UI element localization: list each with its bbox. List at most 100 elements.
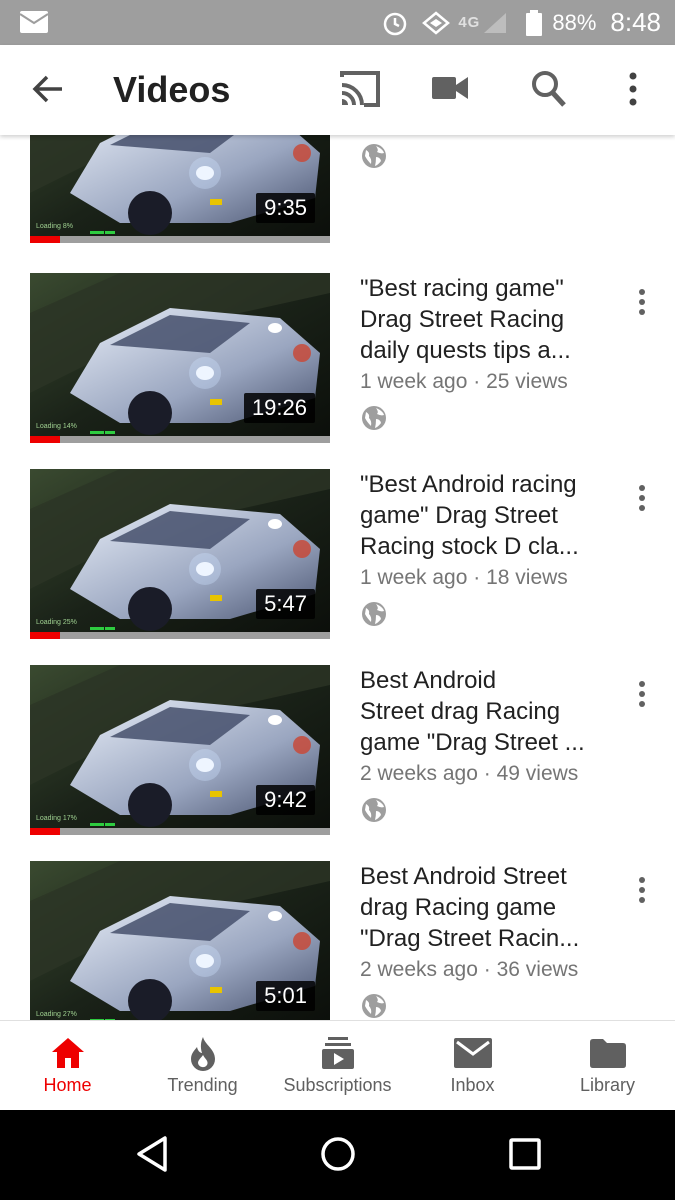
- video-stats: 1 week ago · 25 views: [360, 370, 610, 394]
- nav-item-trending[interactable]: Trending: [135, 1021, 270, 1111]
- nav-item-label: Trending: [167, 1075, 238, 1095]
- video-stats: 2 weeks ago · 49 views: [360, 762, 610, 786]
- video-upload-age: 1 week ago: [360, 370, 468, 393]
- video-duration: 19:26: [243, 393, 315, 423]
- nav-item-home[interactable]: Home: [0, 1021, 135, 1111]
- system-navigation-bar: [0, 1110, 675, 1200]
- alarm-icon: [384, 12, 407, 35]
- video-meta[interactable]: "Best racing game" Drag Street Racing da…: [360, 273, 610, 432]
- video-duration: 5:47: [256, 589, 315, 619]
- watch-progress-bar: [30, 436, 330, 443]
- flame-icon: [187, 1035, 219, 1071]
- subscriptions-icon: [321, 1035, 355, 1071]
- thumbnail-loading-text: Loading 25%: [36, 619, 77, 626]
- more-vert-icon[interactable]: [630, 483, 654, 513]
- video-list[interactable]: Loading 8% 9:35 tourney chat races ...1 w…: [0, 135, 675, 1020]
- watch-progress-fill: [30, 436, 60, 443]
- folder-icon: [589, 1035, 626, 1071]
- video-view-count: 25 views: [486, 370, 568, 393]
- thumbnail-loading-text: Loading 8%: [36, 223, 73, 230]
- video-duration: 5:01: [256, 981, 315, 1011]
- video-title[interactable]: "Best Android racing game" Drag Street R…: [360, 469, 610, 562]
- video-list-item[interactable]: Loading 25% 5:47 "Best Android racing gam…: [0, 469, 675, 639]
- video-upload-age: 1 week ago: [360, 566, 468, 589]
- thumbnail-loading-text: Loading 17%: [36, 815, 77, 822]
- watch-progress-fill: [30, 828, 60, 835]
- video-meta[interactable]: Best Android Street drag Racing game "Dr…: [360, 665, 610, 824]
- system-home-icon[interactable]: [320, 1135, 356, 1173]
- battery-icon: [526, 9, 543, 36]
- system-recents-icon[interactable]: [508, 1137, 542, 1171]
- video-list-item[interactable]: Loading 8% 9:35 tourney chat races ...1 w…: [0, 135, 675, 243]
- more-vert-icon[interactable]: [630, 679, 654, 709]
- watch-progress-fill: [30, 632, 60, 639]
- system-back-icon[interactable]: [135, 1135, 169, 1173]
- video-duration: 9:35: [256, 193, 315, 223]
- video-title[interactable]: "Best racing game" Drag Street Racing da…: [360, 273, 610, 366]
- stats-separator: ·: [467, 566, 487, 589]
- video-view-count: 49 views: [496, 762, 579, 785]
- public-globe-icon: [362, 602, 386, 626]
- network-type: 4G: [458, 14, 481, 31]
- video-thumbnail[interactable]: Loading 8% 9:35: [30, 135, 330, 243]
- video-upload-age: 2 weeks ago: [360, 958, 478, 981]
- watch-progress-fill: [30, 236, 60, 243]
- cast-icon[interactable]: [338, 69, 382, 109]
- stats-separator: ·: [467, 370, 487, 393]
- more-vert-icon[interactable]: [630, 287, 654, 317]
- nav-item-inbox[interactable]: Inbox: [405, 1021, 540, 1111]
- video-thumbnail[interactable]: Loading 25% 5:47: [30, 469, 330, 639]
- nav-item-label: Library: [579, 1075, 636, 1095]
- nav-item-library[interactable]: Library: [540, 1021, 675, 1111]
- home-icon: [50, 1035, 86, 1071]
- video-camera-icon[interactable]: [432, 75, 468, 101]
- video-stats: 2 weeks ago · 36 views: [360, 958, 610, 982]
- more-vert-icon[interactable]: [630, 875, 654, 905]
- video-more-options[interactable]: [630, 287, 654, 317]
- video-more-options[interactable]: [630, 483, 654, 513]
- video-more-options[interactable]: [630, 679, 654, 709]
- video-thumbnail[interactable]: Loading 27% 5:01: [30, 861, 330, 1020]
- video-thumbnail[interactable]: Loading 14% 19:26: [30, 273, 330, 443]
- thumbnail-loading-text: Loading 14%: [36, 423, 77, 430]
- watch-progress-bar: [30, 632, 330, 639]
- video-title[interactable]: Best Android Street drag Racing game "Dr…: [360, 861, 610, 954]
- watch-progress-bar: [30, 828, 330, 835]
- video-meta[interactable]: Best Android Street drag Racing game "Dr…: [360, 861, 610, 1020]
- watch-progress-bar: [30, 236, 330, 243]
- video-thumbnail-image: Loading 8%: [30, 135, 330, 243]
- video-list-item[interactable]: Loading 17% 9:42 Best Android Street drag…: [0, 665, 675, 835]
- video-meta[interactable]: tourney chat races ...1 week ago · 18 vi…: [360, 135, 610, 170]
- stats-separator: ·: [477, 958, 497, 981]
- more-vert-icon[interactable]: [625, 71, 641, 107]
- clock: 8:48: [610, 7, 661, 37]
- nav-item-subscriptions[interactable]: Subscriptions: [270, 1021, 405, 1111]
- public-globe-icon: [362, 994, 386, 1018]
- video-title[interactable]: Best Android Street drag Racing game "Dr…: [360, 665, 610, 758]
- nav-item-label: Home: [43, 1075, 92, 1095]
- video-list-item[interactable]: Loading 27% 5:01 Best Android Street drag…: [0, 861, 675, 1020]
- video-more-options[interactable]: [630, 875, 654, 905]
- video-list-item[interactable]: Loading 14% 19:26 "Best racing game" Drag…: [0, 273, 675, 443]
- video-view-count: 36 views: [496, 958, 579, 981]
- status-bar: 4G 88% 8:48: [0, 0, 675, 45]
- video-upload-age: 2 weeks ago: [360, 762, 478, 785]
- search-icon[interactable]: [530, 69, 568, 109]
- bottom-navigation: Home Trending Subscriptions Inbox Library: [0, 1020, 675, 1111]
- video-thumbnail[interactable]: Loading 17% 9:42: [30, 665, 330, 835]
- public-globe-icon: [362, 798, 386, 822]
- nav-item-label: Inbox: [450, 1075, 495, 1095]
- thumbnail-loading-text: Loading 27%: [36, 1011, 77, 1018]
- video-view-count: 18 views: [486, 566, 568, 589]
- mail-icon: [453, 1035, 492, 1071]
- back-arrow-icon[interactable]: [30, 71, 66, 107]
- video-meta[interactable]: "Best Android racing game" Drag Street R…: [360, 469, 610, 628]
- public-globe-icon: [362, 406, 386, 430]
- battery-percent: 88%: [552, 9, 597, 35]
- signal-icon: [484, 12, 507, 33]
- public-globe-icon: [362, 144, 386, 168]
- video-duration: 9:42: [256, 785, 315, 815]
- nav-item-label: Subscriptions: [283, 1075, 392, 1095]
- stats-separator: ·: [477, 762, 497, 785]
- page-title: Videos: [113, 69, 231, 110]
